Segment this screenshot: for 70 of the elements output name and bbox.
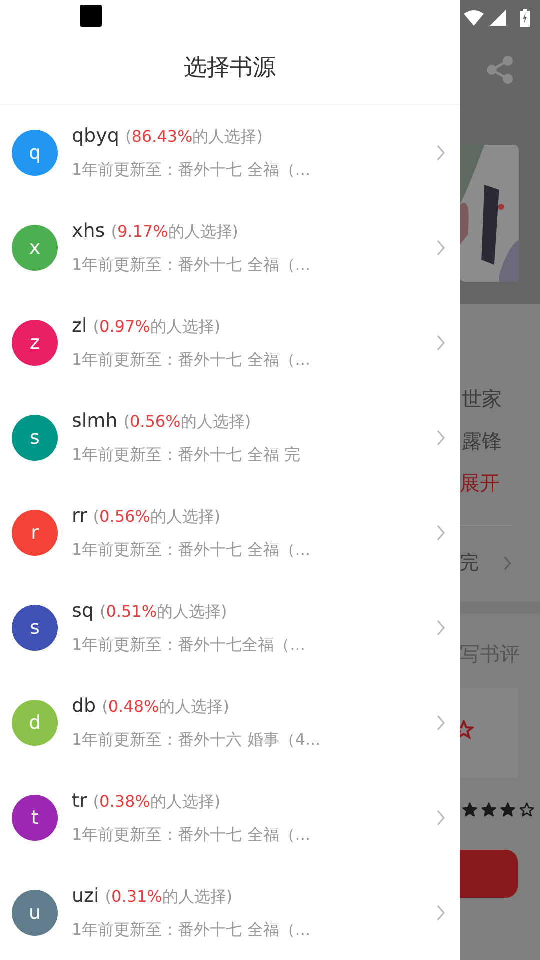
source-name: uzi	[72, 884, 100, 906]
source-item[interactable]: q qbyq (86.43%的人选择) 1年前更新至：番外十七 全福（...	[0, 105, 460, 200]
source-name: db	[72, 694, 96, 716]
source-item[interactable]: s slmh (0.56%的人选择) 1年前更新至：番外十七 全福 完	[0, 390, 460, 485]
choice-stat: (0.48%的人选择)	[102, 696, 230, 718]
source-item[interactable]: d db (0.48%的人选择) 1年前更新至：番外十六 婚事（4...	[0, 675, 460, 770]
source-name: xhs	[72, 220, 106, 242]
source-avatar: s	[12, 604, 58, 650]
chevron-icon	[436, 144, 446, 162]
star-icon	[460, 720, 474, 740]
choice-stat: (0.51%的人选择)	[100, 602, 228, 622]
source-item[interactable]: r rr (0.56%的人选择) 1年前更新至：番外十七 全福（...	[0, 485, 460, 580]
notification-icon	[80, 4, 102, 27]
chevron-icon	[436, 238, 446, 256]
update-info: 1年前更新至：番外十七 全福 完	[72, 444, 302, 466]
source-avatar: q	[12, 130, 58, 176]
choice-stat: (0.31%的人选择)	[105, 886, 233, 908]
source-item[interactable]: z zl (0.97%的人选择) 1年前更新至：番外十七 全福（...	[0, 295, 460, 390]
update-info: 1年前更新至：番外十七全福（...	[72, 634, 306, 656]
chevron-icon	[436, 618, 446, 636]
wifi-icon	[464, 10, 484, 26]
source-item[interactable]: u uzi (0.31%的人选择) 1年前更新至：番外十七 全福（...	[0, 865, 460, 960]
source-name: rr	[72, 504, 88, 526]
source-avatar: s	[12, 414, 58, 460]
chevron-icon	[436, 334, 446, 352]
chevron-icon	[436, 524, 446, 542]
star-icon	[519, 802, 535, 818]
source-avatar: x	[12, 224, 58, 270]
intro-text: 露锋	[462, 428, 502, 455]
choice-stat: (0.97%的人选择)	[93, 316, 221, 338]
chevron-icon	[503, 554, 512, 572]
source-avatar: r	[12, 510, 58, 556]
choice-stat: (0.56%的人选择)	[124, 412, 252, 432]
update-info: 1年前更新至：番外十六 婚事（4...	[72, 730, 322, 750]
source-item[interactable]: s sq (0.51%的人选择) 1年前更新至：番外十七全福（...	[0, 580, 460, 675]
update-info: 1年前更新至：番外十七 全福（...	[72, 160, 312, 180]
chevron-icon	[436, 714, 446, 732]
source-name: qbyq	[72, 124, 120, 146]
update-info: 1年前更新至：番外十七 全福（...	[72, 920, 312, 940]
star-icon	[500, 802, 516, 818]
chapter-text: 完	[460, 551, 479, 576]
choice-stat: (86.43%的人选择)	[125, 126, 263, 148]
share-icon[interactable]	[485, 55, 515, 85]
update-info: 1年前更新至：番外十七 全福（...	[72, 350, 312, 370]
chevron-icon	[436, 428, 446, 446]
source-avatar: d	[12, 700, 58, 746]
source-name: tr	[72, 790, 88, 812]
source-avatar: z	[12, 320, 58, 366]
source-name: sq	[72, 600, 94, 622]
choice-stat: (0.56%的人选择)	[93, 506, 221, 528]
star-icon	[462, 802, 478, 818]
source-item[interactable]: x xhs (9.17%的人选择) 1年前更新至：番外十七 全福（...	[0, 200, 460, 295]
source-avatar: t	[12, 794, 58, 840]
chevron-icon	[436, 904, 446, 922]
source-name: slmh	[72, 410, 118, 432]
battery-icon	[520, 9, 530, 27]
drawer-title: 选择书源	[184, 54, 276, 84]
update-info: 1年前更新至：番外十七 全福（...	[72, 540, 312, 560]
update-info: 1年前更新至：番外十七 全福（...	[72, 254, 312, 276]
chevron-icon	[436, 808, 446, 826]
source-item[interactable]: t tr (0.38%的人选择) 1年前更新至：番外十七 全福（...	[0, 770, 460, 865]
choice-stat: (0.38%的人选择)	[93, 792, 221, 812]
action-button[interactable]	[460, 850, 518, 898]
intro-text: 世家	[462, 386, 502, 413]
source-avatar: u	[12, 890, 58, 936]
update-info: 1年前更新至：番外十七 全福（...	[72, 824, 312, 846]
star-icon	[481, 802, 497, 818]
signal-icon	[490, 10, 506, 26]
choice-stat: (9.17%的人选择)	[111, 222, 239, 242]
source-name: zl	[72, 314, 88, 336]
